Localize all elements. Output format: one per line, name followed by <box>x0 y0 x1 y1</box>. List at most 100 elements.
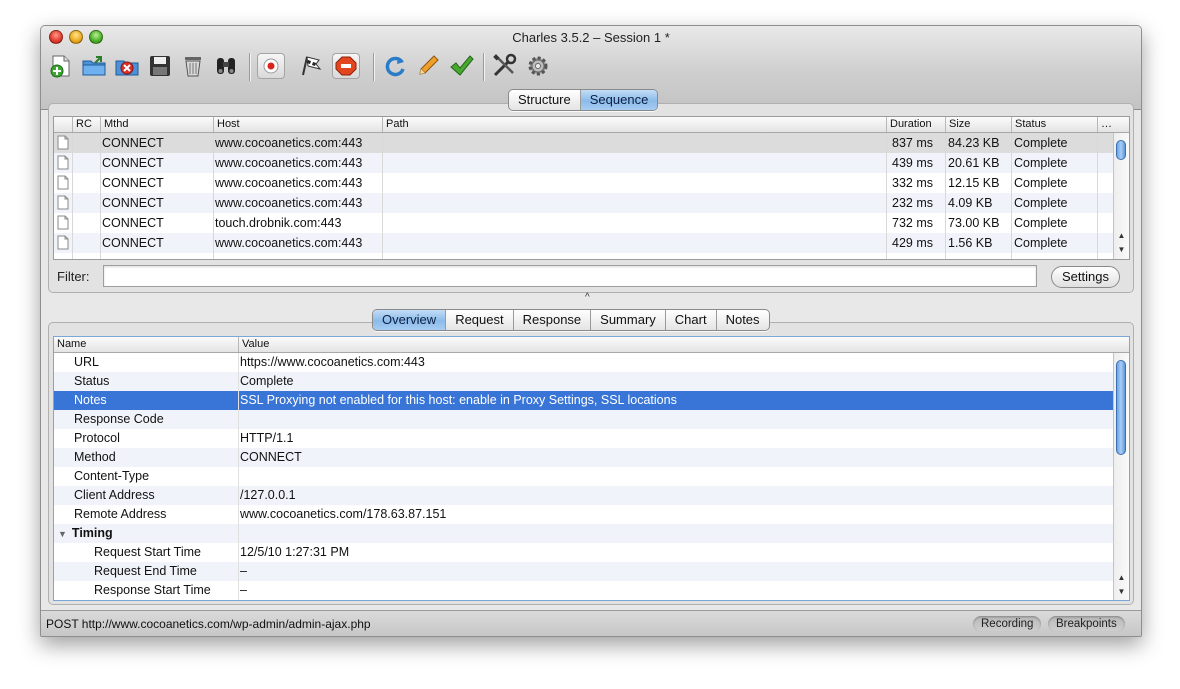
property-row[interactable]: Notes SSL Proxying not enabled for this h… <box>54 391 1113 410</box>
sequence-table: RC Mthd Host Path Duration Size Status …… <box>53 116 1130 260</box>
validate-icon[interactable] <box>448 53 476 79</box>
document-icon <box>57 195 69 213</box>
scroll-down-arrow-icon[interactable]: ▼ <box>1114 243 1129 256</box>
recording-indicator[interactable]: Recording <box>973 616 1042 632</box>
column-rc[interactable]: RC <box>72 117 100 132</box>
edit-icon[interactable] <box>415 53 443 79</box>
disclosure-triangle-icon[interactable]: ▼ <box>58 525 67 543</box>
cell-path <box>384 193 884 213</box>
breakpoints-indicator[interactable]: Breakpoints <box>1048 616 1125 632</box>
tab-response[interactable]: Response <box>512 310 591 330</box>
column-divider <box>945 133 946 259</box>
document-icon <box>57 155 69 173</box>
tab-notes[interactable]: Notes <box>715 310 769 330</box>
repeat-icon[interactable] <box>382 53 410 79</box>
column-status[interactable]: Status <box>1011 117 1097 132</box>
tab-summary[interactable]: Summary <box>590 310 665 330</box>
cell-duration: 439 ms <box>892 156 933 170</box>
cell-host: www.cocoanetics.com:443 <box>215 176 363 190</box>
property-name: Response Code <box>74 412 164 426</box>
property-row[interactable]: Remote Address www.cocoanetics.com/178.63… <box>54 505 1113 524</box>
document-icon <box>57 135 69 153</box>
property-row[interactable]: Content-Type <box>54 467 1113 486</box>
tab-sequence[interactable]: Sequence <box>579 90 658 110</box>
settings-button[interactable]: Settings <box>1051 266 1120 288</box>
breakpoints-icon[interactable] <box>332 53 360 79</box>
cell-host: www.cocoanetics.com:443 <box>215 136 363 150</box>
column-divider <box>1011 133 1012 259</box>
property-value: – <box>240 564 247 578</box>
cell-method: CONNECT <box>102 136 164 150</box>
column-more[interactable]: … <box>1097 117 1113 132</box>
property-row[interactable]: Request End Time – <box>54 562 1113 581</box>
column-divider <box>213 133 214 259</box>
property-row[interactable]: Method CONNECT <box>54 448 1113 467</box>
status-bar: POST http://www.cocoanetics.com/wp-admin… <box>41 610 1141 636</box>
tools-icon[interactable] <box>491 53 519 79</box>
scroll-down-arrow-icon[interactable]: ▼ <box>1114 585 1129 598</box>
property-row[interactable]: Response Code <box>54 410 1113 429</box>
settings-gear-icon[interactable] <box>525 53 553 79</box>
document-icon <box>57 235 69 253</box>
toolbar-separator <box>373 53 374 81</box>
overview-scrollbar[interactable]: ▲ ▼ <box>1113 353 1129 600</box>
splitter-handle-icon[interactable]: ^ <box>585 292 590 303</box>
overview-table: Name Value URL https://www.cocoanetics.co… <box>53 336 1130 601</box>
column-value[interactable]: Value <box>238 337 1113 352</box>
property-row[interactable]: URL https://www.cocoanetics.com:443 <box>54 353 1113 372</box>
open-session-icon[interactable] <box>81 53 109 79</box>
property-name: Content-Type <box>74 469 150 483</box>
record-icon[interactable] <box>257 53 285 79</box>
property-name: Method <box>74 450 116 464</box>
tab-structure[interactable]: Structure <box>509 90 580 110</box>
find-icon[interactable] <box>213 53 241 79</box>
property-name: Notes <box>74 393 107 407</box>
column-divider <box>238 353 239 600</box>
clear-session-icon[interactable] <box>180 53 208 79</box>
scroll-up-arrow-icon[interactable]: ▲ <box>1114 229 1129 242</box>
toolbar-separator <box>483 53 484 81</box>
property-name: Status <box>74 374 110 388</box>
property-row[interactable]: Protocol HTTP/1.1 <box>54 429 1113 448</box>
property-name: Protocol <box>74 431 120 445</box>
overview-scroll-thumb[interactable] <box>1116 360 1126 455</box>
property-value: SSL Proxying not enabled for this host: … <box>240 393 677 407</box>
scroll-up-arrow-icon[interactable]: ▲ <box>1114 571 1129 584</box>
document-icon <box>57 215 69 233</box>
tab-request[interactable]: Request <box>445 310 512 330</box>
cell-status: Complete <box>1014 176 1068 190</box>
column-divider <box>382 133 383 259</box>
property-row[interactable]: Response Start Time – <box>54 581 1113 600</box>
column-name[interactable]: Name <box>54 337 238 352</box>
property-value: 12/5/10 1:27:31 PM <box>240 545 350 559</box>
column-path[interactable]: Path <box>382 117 886 132</box>
column-duration[interactable]: Duration <box>886 117 945 132</box>
cell-duration: 837 ms <box>892 136 933 150</box>
cell-method: CONNECT <box>102 156 164 170</box>
column-icon[interactable] <box>54 117 72 132</box>
tab-chart[interactable]: Chart <box>664 310 716 330</box>
cell-duration: 332 ms <box>892 176 933 190</box>
property-value <box>240 410 1110 429</box>
save-session-icon[interactable] <box>147 53 175 79</box>
cell-host: touch.drobnik.com:443 <box>215 216 342 230</box>
cell-path <box>384 133 884 153</box>
cell-size: 84.23 KB <box>948 136 1000 150</box>
column-size[interactable]: Size <box>945 117 1011 132</box>
new-session-icon[interactable] <box>48 53 76 79</box>
tab-overview[interactable]: Overview <box>373 310 446 330</box>
cell-size: 12.15 KB <box>948 176 1000 190</box>
column-host[interactable]: Host <box>213 117 382 132</box>
column-method[interactable]: Mthd <box>100 117 213 132</box>
filter-input[interactable] <box>103 265 1037 287</box>
sequence-scrollbar[interactable]: ▲ ▼ <box>1113 133 1129 259</box>
cell-status: Complete <box>1014 156 1068 170</box>
property-row[interactable]: Request Start Time 12/5/10 1:27:31 PM <box>54 543 1113 562</box>
property-row[interactable]: ▼ Timing <box>54 524 1113 543</box>
sequence-scroll-thumb[interactable] <box>1116 140 1126 160</box>
throttle-icon[interactable] <box>298 53 326 79</box>
cell-host: www.cocoanetics.com:443 <box>215 196 363 210</box>
property-row[interactable]: Client Address/127.0.0.1 <box>54 486 1113 505</box>
close-session-icon[interactable] <box>114 53 142 79</box>
property-row[interactable]: Status Complete <box>54 372 1113 391</box>
